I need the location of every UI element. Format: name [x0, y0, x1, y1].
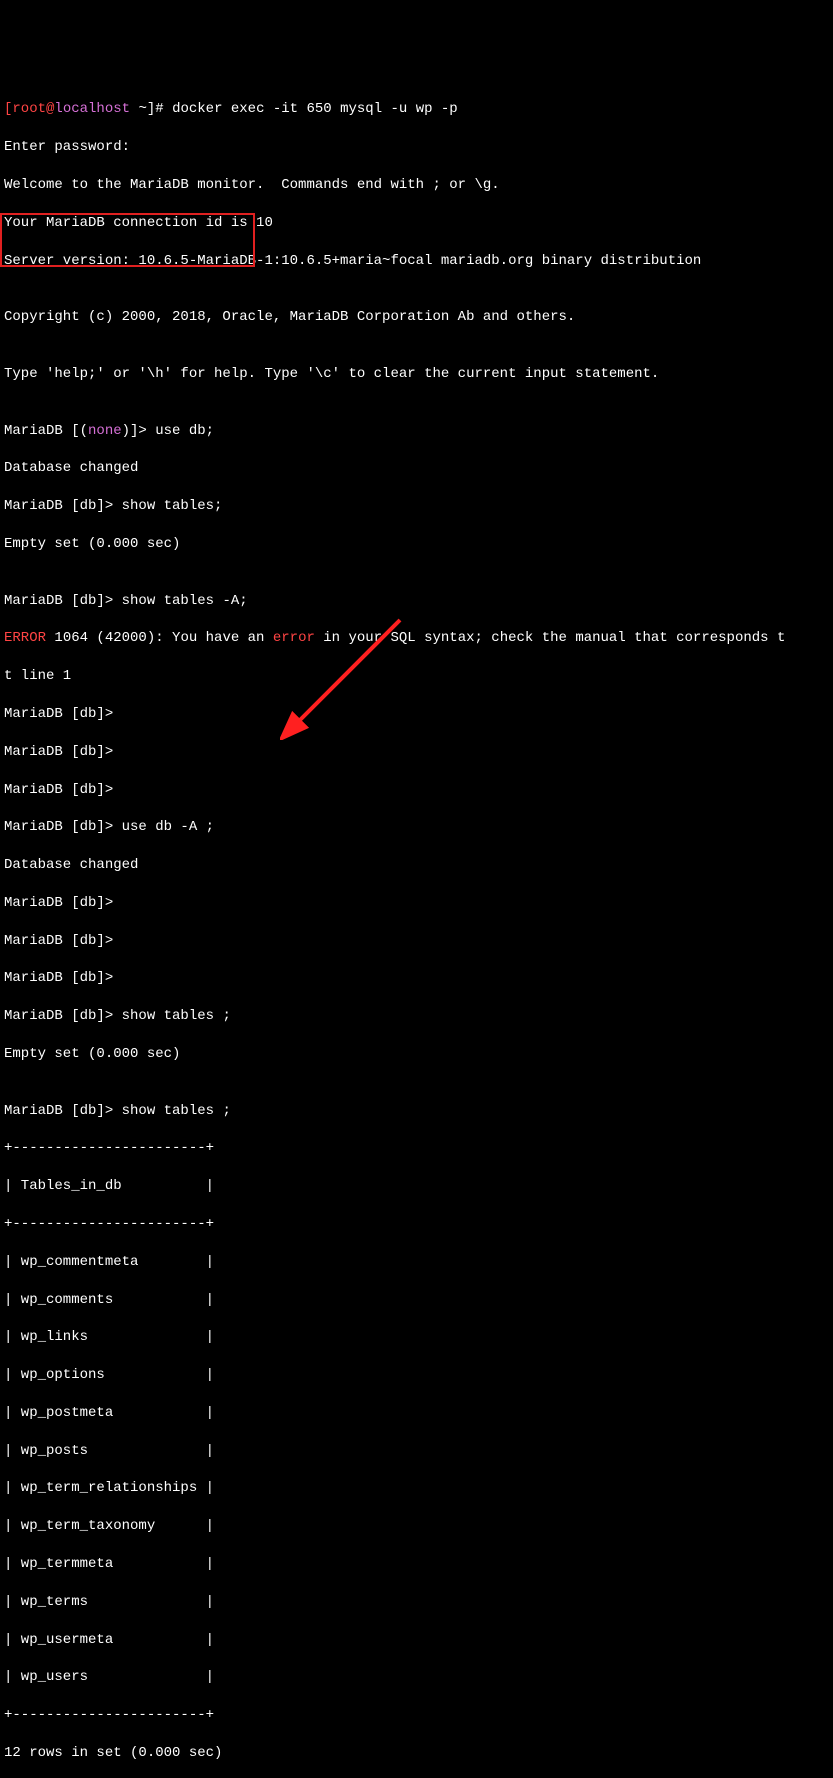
table-border: +-----------------------+ [4, 1215, 829, 1234]
table-row: | wp_termmeta | [4, 1555, 829, 1574]
table-header: | Tables_in_db | [4, 1177, 829, 1196]
table-row: | wp_users | [4, 1668, 829, 1687]
copyright-text: Copyright (c) 2000, 2018, Oracle, MariaD… [4, 308, 829, 327]
db-changed-text: Database changed [4, 856, 829, 875]
table-border: +-----------------------+ [4, 1139, 829, 1158]
table-row: | wp_term_taxonomy | [4, 1517, 829, 1536]
rows-count: 12 rows in set (0.000 sec) [4, 1744, 829, 1763]
mariadb-prompt-db: MariaDB [db]> [4, 781, 829, 800]
prompt-suffix: )]> [122, 423, 156, 439]
terminal-output: [root@localhost ~]# docker exec -it 650 … [4, 82, 829, 1778]
show-tables-a-command: show tables -A; [122, 593, 248, 609]
table-row: | wp_usermeta | [4, 1631, 829, 1650]
mariadb-prompt-none: MariaDB [(none)]> use db; [4, 422, 829, 441]
prompt-db: MariaDB [db]> [4, 498, 122, 514]
prompt-db: MariaDB [db]> [4, 1008, 122, 1024]
error-text: in your SQL syntax; check the manual tha… [315, 630, 785, 646]
server-version: Server version: 10.6.5-MariaDB-1:10.6.5+… [4, 252, 829, 271]
mariadb-prompt-db: MariaDB [db]> [4, 932, 829, 951]
table-row: | wp_comments | [4, 1291, 829, 1310]
table-row: | wp_posts | [4, 1442, 829, 1461]
empty-set-text: Empty set (0.000 sec) [4, 1045, 829, 1064]
db-changed-text: Database changed [4, 459, 829, 478]
prompt-path: ~]# [130, 101, 172, 117]
mariadb-prompt-db: MariaDB [db]> [4, 743, 829, 762]
prompt-db-none: none [88, 423, 122, 439]
mariadb-prompt-db: MariaDB [db]> [4, 969, 829, 988]
error-line-2: t line 1 [4, 667, 829, 686]
table-row: | wp_term_relationships | [4, 1479, 829, 1498]
table-row: | wp_links | [4, 1328, 829, 1347]
error-label: ERROR [4, 630, 46, 646]
prompt-db: MariaDB [db]> [4, 593, 122, 609]
show-tables-command: show tables ; [122, 1008, 231, 1024]
connection-id: Your MariaDB connection id is 10 [4, 214, 829, 233]
table-row: | wp_postmeta | [4, 1404, 829, 1423]
mariadb-prompt-db: MariaDB [db]> use db -A ; [4, 818, 829, 837]
show-tables-command: show tables; [122, 498, 223, 514]
welcome-text: Welcome to the MariaDB monitor. Commands… [4, 176, 829, 195]
mariadb-prompt-db: MariaDB [db]> show tables ; [4, 1007, 829, 1026]
mariadb-prompt-db: MariaDB [db]> [4, 705, 829, 724]
table-row: | wp_terms | [4, 1593, 829, 1612]
error-line: ERROR 1064 (42000): You have an error in… [4, 629, 829, 648]
table-row: | wp_commentmeta | [4, 1253, 829, 1272]
show-tables-command: show tables ; [122, 1103, 231, 1119]
table-row: | wp_options | [4, 1366, 829, 1385]
use-db-a-command: use db -A ; [122, 819, 214, 835]
empty-set-text: Empty set (0.000 sec) [4, 535, 829, 554]
shell-prompt-line: [root@localhost ~]# docker exec -it 650 … [4, 100, 829, 119]
mariadb-prompt-db: MariaDB [db]> [4, 894, 829, 913]
mariadb-prompt-db: MariaDB [db]> show tables; [4, 497, 829, 516]
error-text: 1064 (42000): You have an [46, 630, 273, 646]
mariadb-prompt-db: MariaDB [db]> show tables -A; [4, 592, 829, 611]
prompt-prefix: MariaDB [( [4, 423, 88, 439]
mariadb-prompt-db: MariaDB [db]> show tables ; [4, 1102, 829, 1121]
prompt-user: [root@ [4, 101, 54, 117]
error-word: error [273, 630, 315, 646]
use-db-command: use db; [155, 423, 214, 439]
prompt-db: MariaDB [db]> [4, 1103, 122, 1119]
prompt-host: localhost [54, 101, 130, 117]
prompt-db: MariaDB [db]> [4, 819, 122, 835]
help-text: Type 'help;' or '\h' for help. Type '\c'… [4, 365, 829, 384]
docker-command: docker exec -it 650 mysql -u wp -p [172, 101, 458, 117]
password-prompt: Enter password: [4, 138, 829, 157]
table-border: +-----------------------+ [4, 1706, 829, 1725]
